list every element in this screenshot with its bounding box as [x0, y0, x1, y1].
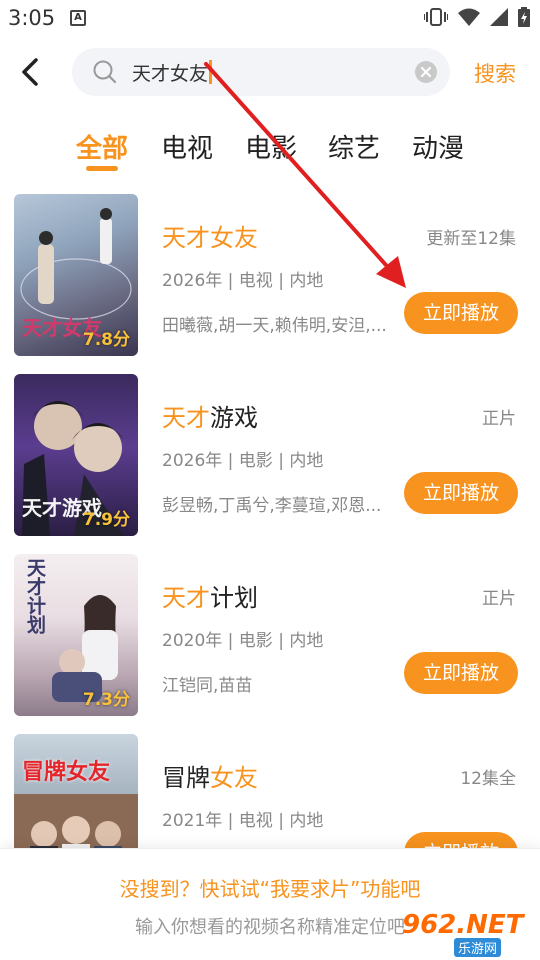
request-video-link[interactable]: 没搜到？快试试“我要求片”功能吧	[0, 873, 540, 902]
vibrate-icon	[424, 8, 448, 26]
poster-image[interactable]: 天才计划 7.3分	[14, 554, 138, 716]
episode-status: 正片	[482, 589, 516, 609]
title-highlight: 天才	[162, 584, 210, 612]
rating-badge: 7.8分	[82, 330, 130, 350]
tab-all[interactable]: 全部	[76, 128, 128, 165]
play-button[interactable]: 立即播放	[404, 292, 518, 334]
poster-image[interactable]: 天才女友 7.8分	[14, 194, 138, 356]
watermark-logo: 962.NET	[402, 910, 524, 940]
site-watermark: 962.NET 乐游网	[402, 910, 534, 957]
result-title[interactable]: 冒牌女友	[162, 758, 258, 793]
play-button[interactable]: 立即播放	[404, 472, 518, 514]
title-highlight: 女友	[210, 764, 258, 792]
rating-badge: 7.9分	[82, 510, 130, 530]
search-input[interactable]: 天才女友	[72, 48, 450, 96]
search-bar: 天才女友 搜索	[0, 40, 540, 106]
result-meta: 2026年 | 电视 | 内地	[162, 271, 324, 291]
result-title[interactable]: 天才游戏	[162, 398, 258, 433]
result-title[interactable]: 天才计划	[162, 578, 258, 613]
play-button[interactable]: 立即播放	[404, 652, 518, 694]
active-tab-indicator	[86, 166, 118, 171]
result-cast: 江铠同,苗苗	[162, 676, 253, 696]
title-highlight: 天才	[162, 404, 210, 432]
tab-variety[interactable]: 综艺	[328, 128, 380, 165]
notification-icon: A	[70, 10, 86, 26]
text-cursor	[209, 60, 213, 84]
episode-status: 正片	[482, 409, 516, 429]
tab-movie[interactable]: 电影	[245, 128, 297, 165]
result-title[interactable]: 天才女友	[162, 218, 258, 253]
poster-text: 天才计划	[24, 558, 46, 634]
search-query[interactable]: 天才女友	[132, 59, 213, 86]
title-rest: 游戏	[210, 404, 258, 432]
poster-text: 冒牌女友	[22, 760, 111, 785]
rating-badge: 7.3分	[82, 690, 130, 710]
clear-icon[interactable]	[414, 60, 438, 84]
search-icon	[93, 60, 117, 84]
signal-icon	[490, 8, 508, 26]
result-meta: 2021年 | 电视 | 内地	[162, 811, 324, 831]
watermark-text: 乐游网	[454, 938, 502, 957]
result-meta: 2020年 | 电影 | 内地	[162, 631, 324, 651]
list-item[interactable]: 天才女友 7.8分 天才女友 更新至12集 2026年 | 电视 | 内地 田曦…	[0, 194, 540, 358]
back-arrow-icon[interactable]	[14, 52, 50, 92]
title-highlight: 天才女友	[162, 224, 258, 252]
search-button[interactable]: 搜索	[474, 58, 516, 88]
result-cast: 田曦薇,胡一天,赖伟明,安泹,...	[162, 316, 387, 336]
tab-anime[interactable]: 动漫	[412, 128, 464, 165]
search-query-text: 天才女友	[132, 63, 209, 85]
episode-status: 12集全	[460, 769, 516, 789]
title-rest: 计划	[210, 584, 258, 612]
tab-tv[interactable]: 电视	[161, 128, 213, 165]
status-icons	[424, 7, 530, 27]
category-tabs: 全部 电视 电影 综艺 动漫	[0, 122, 540, 182]
poster-image[interactable]: 天才游戏 7.9分	[14, 374, 138, 536]
episode-status: 更新至12集	[426, 229, 516, 249]
list-item[interactable]: 天才计划 7.3分 天才计划 正片 2020年 | 电影 | 内地 江铠同,苗苗…	[0, 554, 540, 718]
list-item[interactable]: 天才游戏 7.9分 天才游戏 正片 2026年 | 电影 | 内地 彭昱畅,丁禹…	[0, 374, 540, 538]
wifi-icon	[458, 8, 480, 26]
result-cast: 彭昱畅,丁禹兮,李蔓瑄,邓恩...	[162, 496, 382, 516]
result-meta: 2026年 | 电影 | 内地	[162, 451, 324, 471]
title-prefix: 冒牌	[162, 764, 210, 792]
battery-icon	[518, 7, 530, 27]
status-bar: 3:05 A	[0, 0, 540, 36]
status-time: 3:05	[8, 6, 56, 30]
